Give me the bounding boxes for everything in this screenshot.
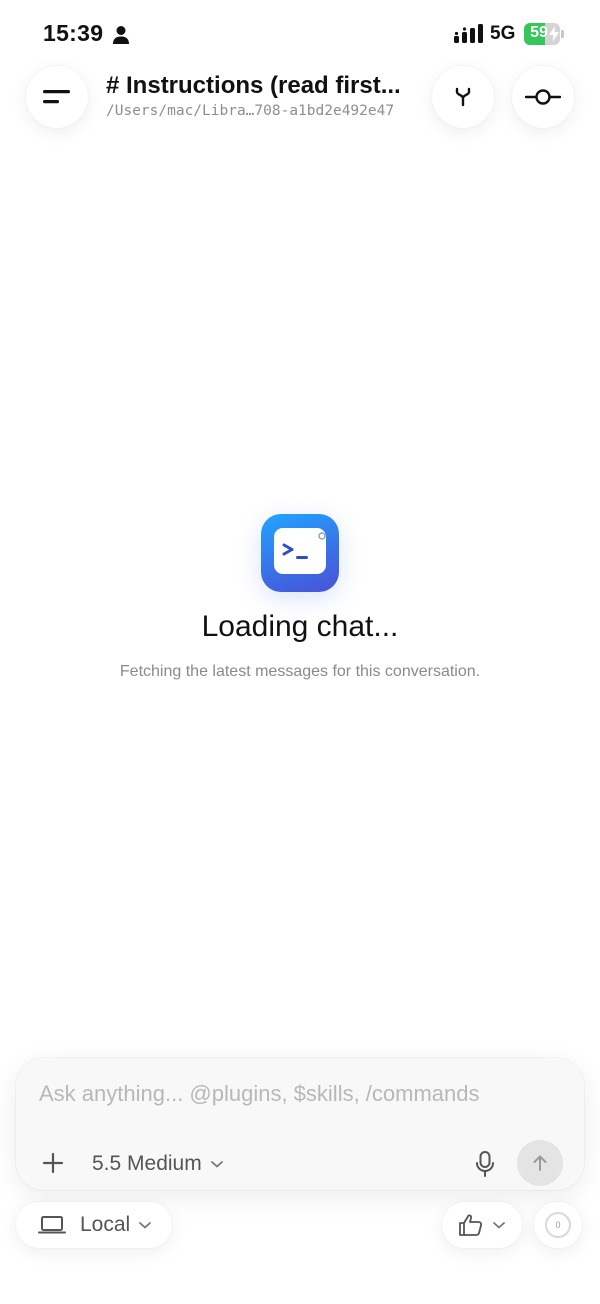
chat-path: /Users/mac/Libra…708-a1bd2e492e47 — [106, 103, 395, 119]
environment-selector[interactable]: Local — [16, 1202, 172, 1248]
menu-button[interactable] — [26, 66, 88, 128]
chat-title: # Instructions (read first... — [106, 72, 401, 99]
network-type: 5G — [490, 23, 516, 44]
status-bar: 15:39 5G 59 — [0, 0, 600, 70]
loading-title: Loading chat... — [201, 610, 399, 643]
chevron-down-icon — [210, 1161, 223, 1168]
send-button[interactable] — [517, 1140, 563, 1186]
charging-bolt-icon — [549, 26, 559, 42]
laptop-icon — [38, 1216, 66, 1234]
commit-icon — [525, 89, 561, 105]
microphone-icon[interactable] — [474, 1150, 496, 1178]
terminal-app-icon — [261, 514, 339, 592]
menu-icon — [43, 90, 70, 104]
commit-button[interactable] — [512, 66, 574, 128]
composer[interactable]: Ask anything... @plugins, $skills, /comm… — [16, 1058, 584, 1190]
thumbs-up-icon — [459, 1214, 483, 1236]
signal-icon — [454, 24, 483, 43]
chevron-down-icon — [493, 1222, 505, 1229]
environment-label: Local — [80, 1213, 131, 1236]
feedback-button[interactable] — [442, 1202, 522, 1248]
context-usage-button[interactable]: 0 — [534, 1202, 582, 1248]
arrow-up-icon — [533, 1155, 547, 1171]
battery-icon: 59 — [524, 23, 564, 45]
status-time: 15:39 — [43, 20, 104, 46]
branch-icon — [455, 87, 471, 107]
plus-icon[interactable] — [40, 1150, 66, 1176]
context-usage-value: 0 — [555, 1220, 561, 1230]
model-label: 5.5 Medium — [92, 1152, 202, 1175]
branch-button[interactable] — [432, 66, 494, 128]
loading-subtitle: Fetching the latest messages for this co… — [119, 663, 481, 680]
context-ring-icon: 0 — [545, 1212, 571, 1238]
model-selector[interactable]: 5.5 Medium — [92, 1150, 224, 1178]
person-icon — [113, 26, 129, 44]
message-input[interactable]: Ask anything... @plugins, $skills, /comm… — [39, 1081, 480, 1107]
chevron-down-icon — [139, 1222, 152, 1229]
